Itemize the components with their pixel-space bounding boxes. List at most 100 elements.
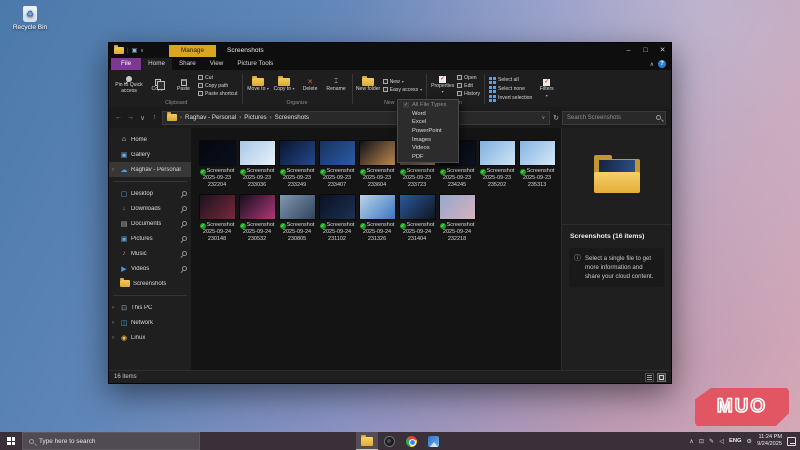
select-all-button[interactable]: Select all xyxy=(489,77,532,84)
invert-selection-button[interactable]: Invert selection xyxy=(489,95,532,102)
new-folder-button[interactable]: New folder xyxy=(356,71,381,100)
sidebar-item-gallery[interactable]: ▣ Gallery xyxy=(109,147,191,162)
start-button[interactable] xyxy=(0,432,22,450)
quick-access-picture-icon[interactable]: ▣ xyxy=(132,47,138,54)
filter-menu-item[interactable]: Images xyxy=(398,135,458,144)
new-item-button[interactable]: New ▾ xyxy=(383,79,423,85)
cut-button[interactable]: Cut xyxy=(198,75,238,81)
filter-menu-item[interactable]: Videos xyxy=(398,144,458,153)
sidebar-item-this-pc[interactable]: › ⊡ This PC xyxy=(109,300,191,315)
file-item[interactable]: ✓Screenshot 2025-09-24 230148 xyxy=(197,194,237,242)
paste-shortcut-button[interactable]: Paste shortcut xyxy=(198,91,238,97)
maximize-button[interactable]: □ xyxy=(637,43,654,58)
paste-button[interactable]: Paste xyxy=(171,71,196,100)
copy-to-button[interactable]: Copy to ▾ xyxy=(272,71,297,100)
manage-contextual-badge[interactable]: Manage xyxy=(169,45,216,57)
taskbar-photos[interactable] xyxy=(422,432,444,450)
sidebar-item-screenshots[interactable]: Screenshots xyxy=(109,276,191,291)
sidebar-item-music[interactable]: ♪ Music xyxy=(109,246,191,261)
thumbnail-view-button[interactable] xyxy=(657,373,666,382)
sidebar-item-desktop[interactable]: ▢ Desktop xyxy=(109,186,191,201)
pen-icon[interactable]: ✎ xyxy=(709,438,714,445)
taskbar-camera-app[interactable] xyxy=(378,432,400,450)
edit-button[interactable]: Edit xyxy=(457,83,480,89)
rename-button[interactable]: ⌶ Rename xyxy=(324,71,349,100)
delete-button[interactable]: ✕ Delete xyxy=(298,71,323,100)
refresh-icon[interactable]: ↻ xyxy=(553,114,559,122)
up-button[interactable]: ↑ xyxy=(150,114,159,121)
breadcrumb-segment[interactable]: Screenshots xyxy=(275,114,309,121)
file-item[interactable]: ✓Screenshot 2025-09-24 231102 xyxy=(317,194,357,242)
file-item[interactable]: ✓Screenshot 2025-09-24 230532 xyxy=(237,194,277,242)
filters-button[interactable]: ✓ Filters ▾ xyxy=(534,71,559,107)
breadcrumb-segment[interactable]: Pictures xyxy=(244,114,266,121)
file-item[interactable]: ✓Screenshot 2025-09-24 231326 xyxy=(357,194,397,242)
file-item[interactable]: ✓Screenshot 2025-09-23 233036 xyxy=(237,140,277,188)
expand-chevron-icon[interactable]: › xyxy=(112,335,114,341)
action-center-icon[interactable] xyxy=(787,437,796,446)
filter-menu-item[interactable]: PowerPoint xyxy=(398,127,458,136)
collapse-ribbon-icon[interactable]: ∧ xyxy=(650,61,654,68)
display-icon[interactable]: ⊡ xyxy=(699,438,704,445)
tab-share[interactable]: Share xyxy=(172,58,203,70)
qat-customize-chevron[interactable]: ∨ xyxy=(140,48,144,54)
filter-menu-item[interactable]: ✓ All File Types xyxy=(398,101,458,110)
hidden-icons-chevron[interactable]: ∧ xyxy=(689,438,694,445)
open-button[interactable]: Open xyxy=(457,75,480,81)
sidebar-item-linux[interactable]: › ◉ Linux xyxy=(109,330,191,345)
properties-button[interactable]: ✓ Properties ▾ xyxy=(430,71,455,100)
file-item[interactable]: ✓Screenshot 2025-09-23 235313 xyxy=(517,140,557,188)
tab-home[interactable]: Home xyxy=(141,58,172,70)
taskbar-clock[interactable]: 11:24 PM 9/24/2025 xyxy=(757,434,782,448)
move-to-button[interactable]: Move to ▾ xyxy=(246,71,271,100)
breadcrumb[interactable]: › Raghav - Personal › Pictures › Screens… xyxy=(162,111,550,125)
help-icon[interactable]: ? xyxy=(658,60,666,68)
sidebar-item-onedrive[interactable]: › ☁ Raghav - Personal xyxy=(109,162,191,177)
recent-locations-chevron[interactable]: ∨ xyxy=(138,114,147,122)
tab-view[interactable]: View xyxy=(203,58,231,70)
minimize-button[interactable]: – xyxy=(620,43,637,58)
filter-menu-item[interactable]: PDF xyxy=(398,153,458,162)
history-button[interactable]: History xyxy=(457,91,480,97)
copy-button[interactable]: Copy xyxy=(145,71,170,100)
sidebar-item-pictures[interactable]: ▣ Pictures xyxy=(109,231,191,246)
copy-path-button[interactable]: Copy path xyxy=(198,83,238,89)
gear-icon[interactable]: ⚙ xyxy=(747,438,753,445)
forward-button[interactable]: → xyxy=(126,114,135,121)
file-item[interactable]: ✓Screenshot 2025-09-23 233249 xyxy=(277,140,317,188)
language-indicator[interactable]: ENG xyxy=(729,438,742,444)
address-dropdown-chevron[interactable]: ∨ xyxy=(541,115,545,121)
file-item[interactable]: ✓Screenshot 2025-09-23 233604 xyxy=(357,140,397,188)
tab-file[interactable]: File xyxy=(111,58,141,70)
search-input[interactable]: Search Screenshots xyxy=(562,111,666,125)
filter-menu-item[interactable]: Word xyxy=(398,110,458,119)
file-item[interactable]: ✓Screenshot 2025-09-24 230805 xyxy=(277,194,317,242)
sidebar-item-home[interactable]: ⌂ Home xyxy=(109,132,191,147)
expand-chevron-icon[interactable]: › xyxy=(112,320,114,326)
sidebar-item-network[interactable]: › ◫ Network xyxy=(109,315,191,330)
close-button[interactable]: ✕ xyxy=(654,43,671,58)
file-item[interactable]: ✓Screenshot 2025-09-23 233407 xyxy=(317,140,357,188)
breadcrumb-segment[interactable]: Raghav - Personal xyxy=(185,114,236,121)
taskbar-chrome[interactable] xyxy=(400,432,422,450)
file-item[interactable]: ✓Screenshot 2025-09-23 235202 xyxy=(477,140,517,188)
recycle-bin[interactable]: ♻ Recycle Bin xyxy=(9,6,51,31)
sidebar-item-videos[interactable]: ▶ Videos xyxy=(109,261,191,276)
expand-chevron-icon[interactable]: › xyxy=(112,305,114,311)
file-item[interactable]: ✓Screenshot 2025-09-24 232218 xyxy=(437,194,477,242)
select-none-button[interactable]: Select none xyxy=(489,86,532,93)
easy-access-button[interactable]: Easy access ▾ xyxy=(383,87,423,93)
list-view-button[interactable] xyxy=(645,373,654,382)
expand-chevron-icon[interactable]: › xyxy=(112,167,114,173)
file-item[interactable]: ✓Screenshot 2025-09-23 232204 xyxy=(197,140,237,188)
pin-to-quick-access-button[interactable]: Pin to Quick access xyxy=(114,71,144,100)
sidebar-item-downloads[interactable]: ↓ Downloads xyxy=(109,201,191,216)
tab-picture-tools[interactable]: Picture Tools xyxy=(230,58,280,70)
sidebar-item-documents[interactable]: ▤ Documents xyxy=(109,216,191,231)
taskbar-search[interactable]: Type here to search xyxy=(22,432,200,450)
taskbar-file-explorer[interactable] xyxy=(356,432,378,450)
volume-icon[interactable]: ◁ xyxy=(719,438,724,445)
filter-menu-item[interactable]: Excel xyxy=(398,118,458,127)
file-item[interactable]: ✓Screenshot 2025-09-24 231404 xyxy=(397,194,437,242)
back-button[interactable]: ← xyxy=(114,114,123,121)
